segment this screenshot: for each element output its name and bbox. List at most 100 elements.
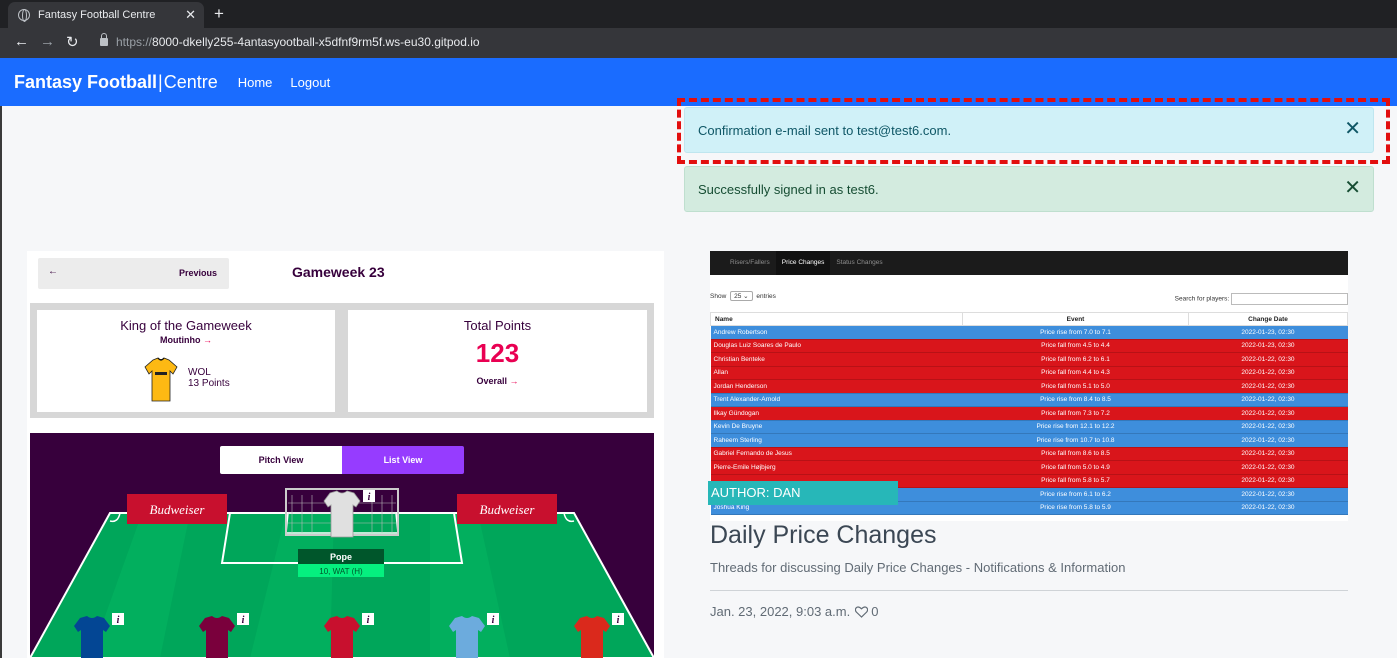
stats-box: King of the Gameweek Moutinho → WOL 13 P…	[30, 303, 654, 418]
column-header-name[interactable]: Name	[710, 312, 963, 326]
nav-logout-link[interactable]: Logout	[290, 75, 330, 90]
player-name-cell: Trent Alexander-Arnold	[710, 393, 963, 407]
change-date-cell: 2022-01-22, 02:30	[1188, 420, 1348, 434]
total-points-title: Total Points	[463, 318, 532, 333]
table-row[interactable]: Christian Benteke Price fall from 6.2 to …	[710, 352, 1348, 367]
entries-select[interactable]: 25 ⌄	[730, 291, 753, 301]
table-row[interactable]: Allan Price fall from 4.4 to 4.3 2022-01-2…	[710, 366, 1348, 380]
previous-label: Previous	[178, 268, 217, 278]
post-date: Jan. 23, 2022, 9:03 a.m.	[710, 604, 851, 619]
post-meta: Jan. 23, 2022, 9:03 a.m. 0	[710, 604, 878, 619]
change-date-cell: 2022-01-22, 02:30	[1188, 487, 1348, 502]
event-cell: Price rise from 8.4 to 8.5	[962, 393, 1189, 407]
arrow-left-icon: ←	[48, 266, 58, 277]
brand-suffix[interactable]: Centre	[164, 72, 218, 93]
browser-tab[interactable]: Fantasy Football Centre ✕	[8, 2, 204, 28]
info-icon[interactable]: i	[367, 615, 370, 626]
king-team-info: WOL 13 Points	[188, 367, 230, 389]
price-tabs: Risers/Fallers Price Changes Status Change…	[710, 251, 1348, 275]
table-row[interactable]: Pierre-Emile Højbjerg Price fall from 5.0…	[710, 460, 1348, 475]
event-cell: Price fall from 6.2 to 6.1	[962, 352, 1189, 367]
price-tab[interactable]: Risers/Fallers	[724, 251, 776, 275]
info-icon[interactable]: i	[368, 492, 371, 503]
previous-gameweek-button[interactable]: ← Previous	[38, 258, 229, 289]
change-date-cell: 2022-01-22, 02:30	[1188, 379, 1348, 394]
sponsor-board-right: Budweiser	[480, 502, 536, 517]
event-cell: Price fall from 7.3 to 7.2	[962, 406, 1189, 421]
player-search-input[interactable]	[1231, 293, 1348, 305]
pitch-view-button[interactable]: Pitch View	[220, 446, 342, 474]
change-date-cell: 2022-01-22, 02:30	[1188, 406, 1348, 421]
event-cell: Price rise from 7.0 to 7.1	[962, 325, 1189, 340]
total-points-value: 123	[475, 338, 520, 368]
change-date-cell: 2022-01-22, 02:30	[1188, 474, 1348, 488]
list-view-button[interactable]: List View	[342, 446, 464, 474]
new-tab-icon[interactable]: +	[214, 4, 224, 24]
left-edge-border	[0, 106, 2, 658]
goalkeeper-name: Pope	[330, 552, 352, 562]
signin-alert: Successfully signed in as test6. ✕	[684, 166, 1374, 212]
player-search: Search for players:	[1175, 293, 1348, 305]
author-badge: AUTHOR: DAN	[708, 481, 898, 505]
table-row[interactable]: Kevin De Bruyne Price rise from 12.1 to 1…	[710, 420, 1348, 434]
change-date-cell: 2022-01-22, 02:30	[1188, 393, 1348, 407]
event-cell: Price fall from 5.1 to 5.0	[962, 379, 1189, 394]
like-count: 0	[871, 604, 879, 619]
player-name-cell: Christian Benteke	[710, 352, 963, 367]
browser-tab-title: Fantasy Football Centre	[38, 9, 156, 21]
heart-icon[interactable]	[855, 605, 869, 618]
url-field[interactable]: https://8000-dkelly255-4antasyootball-x5…	[116, 35, 480, 49]
table-row[interactable]: Ilkay Gündogan Price fall from 7.3 to 7.2…	[710, 406, 1348, 421]
sponsor-board-left: Budweiser	[150, 502, 206, 517]
event-cell: Price rise from 10.7 to 10.8	[962, 433, 1189, 448]
king-title: King of the Gameweek	[120, 318, 252, 333]
player-name-cell: Ilkay Gündogan	[710, 406, 963, 421]
player-name-cell: Andrew Robertson	[710, 325, 963, 340]
info-icon[interactable]: i	[617, 615, 620, 626]
table-row[interactable]: Gabriel Fernando de Jesus Price fall from…	[710, 447, 1348, 461]
close-tab-icon[interactable]: ✕	[185, 7, 196, 23]
nav-home-link[interactable]: Home	[238, 75, 273, 90]
table-row[interactable]: Jordan Henderson Price fall from 5.1 to 5…	[710, 379, 1348, 394]
divider	[710, 590, 1348, 591]
forward-icon[interactable]: →	[40, 33, 55, 50]
king-team: WOL	[188, 367, 211, 378]
goalkeeper-fixture: 10, WAT (H)	[319, 567, 363, 576]
info-icon[interactable]: i	[242, 615, 245, 626]
event-cell: Price rise from 5.8 to 5.9	[962, 501, 1189, 515]
price-tab[interactable]: Price Changes	[775, 251, 831, 275]
post-title[interactable]: Daily Price Changes	[710, 521, 937, 550]
column-header-change-date[interactable]: Change Date	[1188, 312, 1348, 326]
change-date-cell: 2022-01-22, 02:30	[1188, 447, 1348, 461]
brand-name[interactable]: Fantasy Football	[14, 72, 157, 93]
table-row[interactable]: Andrew Robertson Price rise from 7.0 to 7…	[710, 325, 1348, 340]
fpl-gameweek-card: ← Previous Gameweek 23 King of the Gamew…	[27, 251, 664, 658]
event-cell: Price fall from 5.0 to 4.9	[962, 460, 1189, 475]
event-cell: Price fall from 4.4 to 4.3	[962, 366, 1189, 380]
player-name-cell: Douglas Luiz Soares de Paulo	[710, 339, 963, 353]
table-row[interactable]: Raheem Sterling Price rise from 10.7 to 1…	[710, 433, 1348, 448]
reload-icon[interactable]: ↻	[66, 33, 79, 51]
change-date-cell: 2022-01-23, 02:30	[1188, 339, 1348, 353]
info-icon[interactable]: i	[117, 615, 120, 626]
table-row[interactable]: Douglas Luiz Soares de Paulo Price fall f…	[710, 339, 1348, 353]
overall-link[interactable]: Overall →	[348, 376, 647, 386]
signin-alert-text: Successfully signed in as test6.	[698, 181, 879, 197]
event-cell: Price fall from 8.6 to 8.5	[962, 447, 1189, 461]
table-row[interactable]: Trent Alexander-Arnold Price rise from 8.…	[710, 393, 1348, 407]
event-cell: Price rise from 12.1 to 12.2	[962, 420, 1189, 434]
gameweek-title: Gameweek 23	[292, 264, 385, 280]
event-cell: Price fall from 5.8 to 5.7	[962, 474, 1189, 488]
view-toggle: Pitch View List View	[220, 446, 464, 474]
king-player-link[interactable]: Moutinho →	[37, 335, 335, 345]
player-name-cell: Raheem Sterling	[710, 433, 963, 448]
back-icon[interactable]: ←	[14, 33, 29, 50]
change-date-cell: 2022-01-22, 02:30	[1188, 460, 1348, 475]
king-points: 13 Points	[188, 378, 230, 389]
price-tab[interactable]: Status Changes	[830, 251, 888, 275]
king-of-gameweek-panel: King of the Gameweek Moutinho → WOL 13 P…	[37, 310, 335, 412]
column-header-event[interactable]: Event	[962, 312, 1189, 326]
info-icon[interactable]: i	[492, 615, 495, 626]
address-bar: ← → ↻ https://8000-dkelly255-4antasyootb…	[0, 28, 1397, 58]
close-icon[interactable]: ✕	[1344, 178, 1361, 198]
